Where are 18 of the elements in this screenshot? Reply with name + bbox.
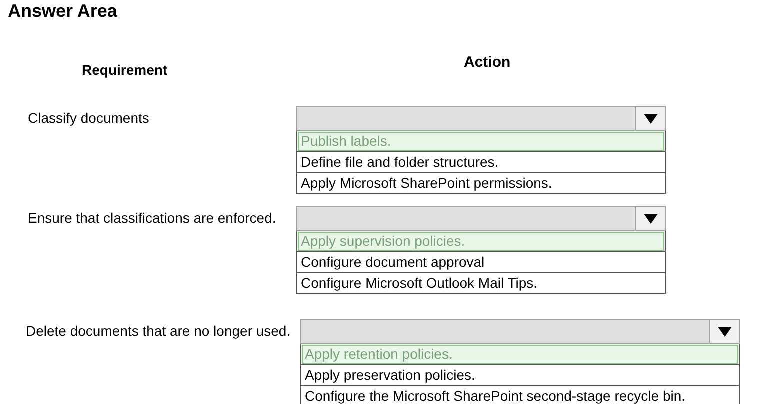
- dropdown-option[interactable]: Define file and folder structures.: [297, 152, 665, 173]
- requirement-label: Classify documents: [27, 109, 150, 128]
- action-header: Action: [464, 54, 511, 71]
- requirement-label: Ensure that classifications are enforced.: [27, 209, 278, 228]
- answer-area-title: Answer Area: [7, 0, 118, 22]
- dropdown-option[interactable]: Apply preservation policies.: [301, 365, 739, 386]
- requirement-header: Requirement: [82, 62, 168, 78]
- caret-icon: [644, 114, 658, 124]
- caret-icon: [718, 326, 732, 336]
- dropdown-option[interactable]: Configure document approval: [297, 252, 665, 273]
- requirement-label: Delete documents that are no longer used.: [25, 322, 292, 341]
- dropdown[interactable]: [300, 319, 740, 344]
- dropdown-option[interactable]: Configure the Microsoft SharePoint second-stage recycle bin.: [301, 386, 739, 404]
- dropdown[interactable]: [296, 106, 666, 131]
- dropdown-option[interactable]: Configure Microsoft Outlook Mail Tips.: [297, 273, 665, 293]
- dropdown[interactable]: [296, 206, 666, 231]
- caret-icon: [644, 214, 658, 224]
- dropdown-option[interactable]: Apply Microsoft SharePoint permissions.: [297, 173, 665, 193]
